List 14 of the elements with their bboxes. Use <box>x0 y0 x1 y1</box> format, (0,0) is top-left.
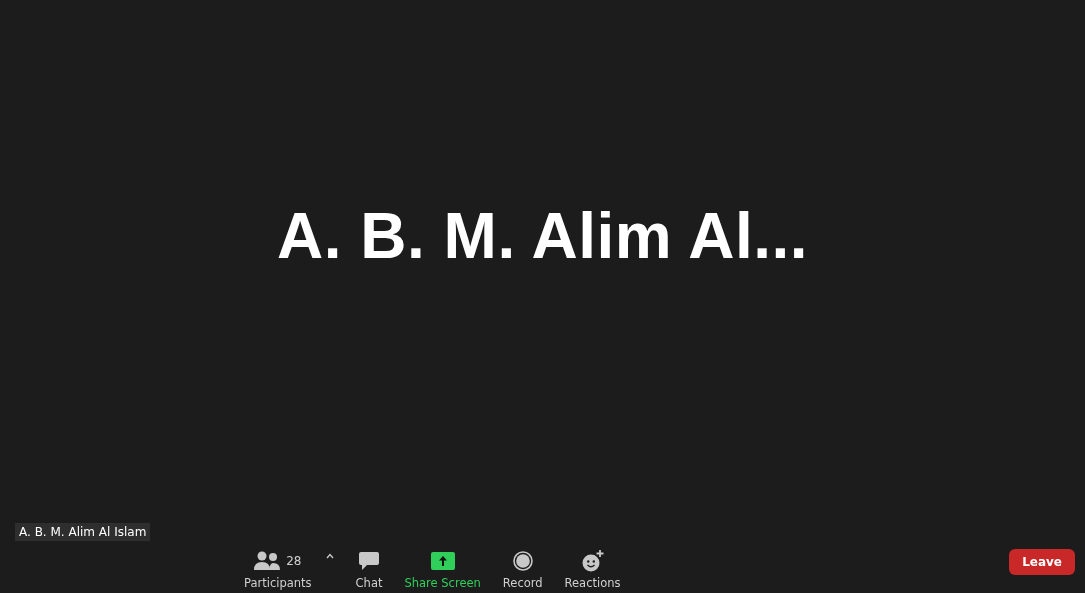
record-button[interactable]: Record <box>502 550 543 593</box>
share-button[interactable]: Share Screen <box>404 550 481 593</box>
share-screen-icon <box>430 552 455 570</box>
participants-button[interactable]: 28 Participants <box>244 550 312 593</box>
record-icon <box>512 551 533 571</box>
smiley-icon <box>581 550 604 572</box>
people-icon <box>254 551 281 571</box>
name-tag: A. B. M. Alim Al Islam <box>15 523 151 541</box>
participant-name: A. B. M. Alim Al... <box>277 198 808 273</box>
leave-button[interactable]: Leave <box>1009 549 1075 575</box>
chat-button[interactable]: Chat <box>355 550 383 593</box>
reactions-button[interactable]: Reactions <box>564 550 621 593</box>
caret-icon[interactable] <box>325 553 334 559</box>
chat-icon <box>358 551 380 571</box>
